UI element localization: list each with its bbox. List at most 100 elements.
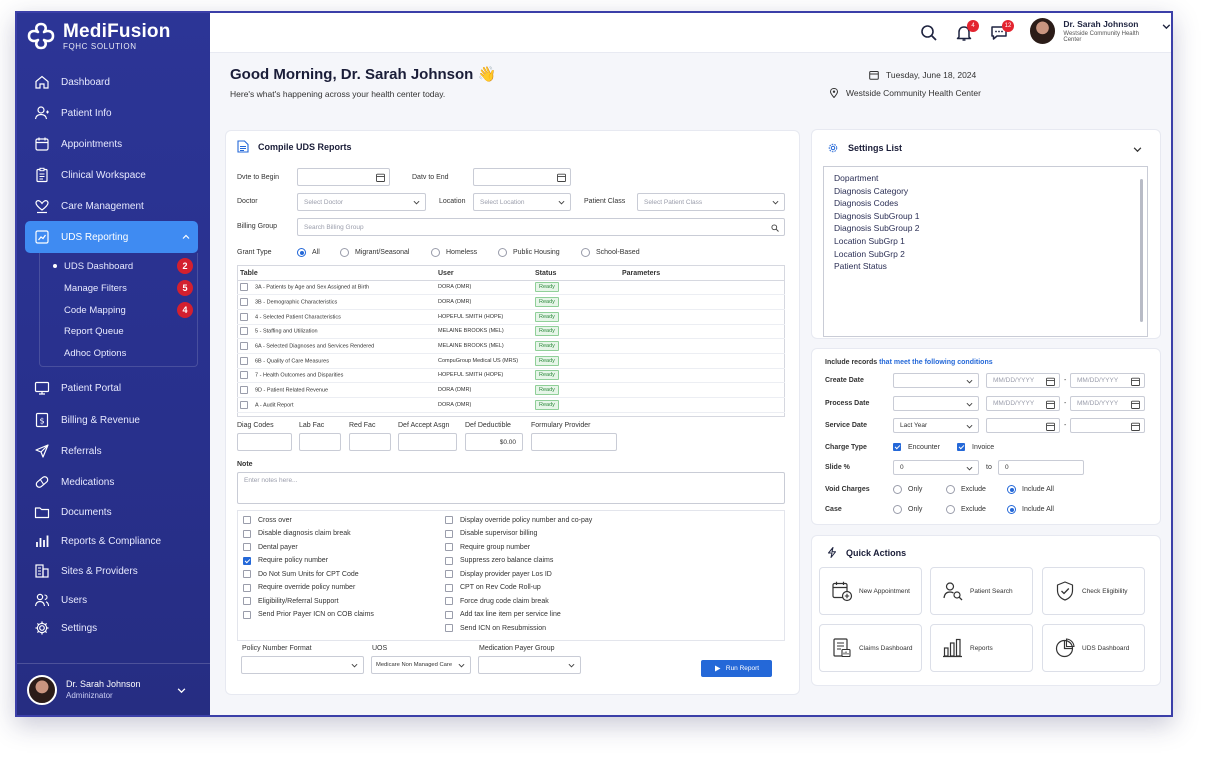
chevron-down-icon[interactable]	[177, 686, 186, 695]
sidebar-item-medications[interactable]: Medications	[25, 468, 198, 496]
sidebar-item-care-management[interactable]: Care Management	[25, 192, 198, 220]
option-checkbox[interactable]: Force drug code claim break	[445, 597, 549, 605]
sidebar-item-patient-portal[interactable]: Patient Portal	[25, 374, 198, 402]
sidebar-item-sites-providers[interactable]: Sites & Providers	[25, 557, 198, 585]
sidebar-item-documents[interactable]: Documents	[25, 498, 198, 526]
date-end-input[interactable]	[473, 168, 571, 186]
date-begin-input[interactable]	[297, 168, 390, 186]
option-checkbox[interactable]: Dental payer	[243, 543, 298, 551]
option-checkbox[interactable]: Display override policy number and co-pa…	[445, 516, 592, 524]
search-icon[interactable]	[920, 24, 938, 42]
option-checkbox[interactable]: Send Prior Payer ICN on COB claims	[243, 610, 374, 619]
quick-action-reports[interactable]: Reports	[930, 624, 1033, 672]
billing-group-search[interactable]: Search Billing Group	[297, 218, 785, 236]
submenu-uds-dashboard[interactable]: UDS Dashboard	[53, 256, 133, 276]
table-row[interactable]: 3A - Patients by Age and Sex Assigned at…	[237, 280, 785, 296]
void-include-all-radio[interactable]: Include All	[1007, 485, 1054, 494]
table-row[interactable]: 9D - Patient Related Revenue DORA (DMR) Re…	[237, 382, 785, 398]
doctor-select[interactable]: Select Doctor	[297, 193, 426, 211]
settings-list-item[interactable]: Diagnosis Codes	[829, 198, 1147, 211]
table-row[interactable]: 3B - Demographic Characteristics DORA (DM…	[237, 294, 785, 310]
row-checkbox[interactable]	[240, 400, 255, 409]
location-select[interactable]: Select Location	[473, 193, 571, 211]
settings-list-item[interactable]: Diagnosis SubGroup 1	[829, 211, 1147, 224]
void-only-radio[interactable]: Only	[893, 485, 922, 494]
service-date-mode-select[interactable]: Lact Year	[893, 418, 979, 433]
grant-type-all[interactable]: All	[297, 248, 320, 257]
row-checkbox[interactable]	[240, 342, 255, 351]
case-include-all-radio[interactable]: Include All	[1007, 505, 1054, 514]
create-date-from[interactable]: MM/DD/YYYY	[986, 373, 1060, 388]
sidebar-item-users[interactable]: Users	[25, 586, 198, 614]
table-row[interactable]: 6B - Quality of Care Measures CompuGroup …	[237, 353, 785, 369]
option-checkbox[interactable]: Require override policy number	[243, 583, 355, 592]
table-row[interactable]: 5 - Staffing and Utilization MELAINE BROO…	[237, 324, 785, 340]
slide-to-input[interactable]: 0	[998, 460, 1084, 475]
service-date-to[interactable]	[1070, 418, 1145, 433]
process-date-to[interactable]: MM/DD/YYYY	[1070, 396, 1145, 411]
option-checkbox[interactable]: Cross over	[243, 516, 292, 524]
settings-list-item[interactable]: Dopartment	[829, 173, 1147, 186]
quick-action-uds-dashboard[interactable]: UDS Dashboard	[1042, 624, 1145, 672]
settings-listbox[interactable]: Dopartment Diagnosis Category Diagnosis Co…	[823, 166, 1148, 337]
charge-type-invoice[interactable]: Invoice	[957, 443, 994, 451]
field-input[interactable]: $0.00	[465, 433, 523, 451]
row-checkbox[interactable]	[240, 386, 255, 395]
patient-class-select[interactable]: Select Patient Class	[637, 193, 785, 211]
sidebar-item-patient-info[interactable]: Patient Info	[25, 99, 198, 127]
uos-select[interactable]: Medicare Non Managed Care	[371, 656, 471, 674]
slide-from-select[interactable]: 0	[893, 460, 979, 475]
quick-action-claims-dashboard[interactable]: Claims Dashboard	[819, 624, 922, 672]
row-checkbox[interactable]	[240, 298, 255, 307]
submenu-report-queue[interactable]: Report Queue	[64, 321, 124, 341]
grant-type-homeless[interactable]: Homeless	[431, 248, 477, 257]
settings-list-item[interactable]: Location SubGrp 1	[829, 236, 1147, 249]
option-checkbox[interactable]: Do Not Sum Units for CPT Code	[243, 570, 359, 578]
row-checkbox[interactable]	[240, 312, 255, 321]
field-input[interactable]	[531, 433, 617, 451]
row-checkbox[interactable]	[240, 327, 255, 336]
sidebar-item-dashboard[interactable]: Dashboard	[25, 68, 198, 96]
grant-type-school-based[interactable]: School-Based	[581, 248, 640, 257]
sidebar-item-appointments[interactable]: Appointments	[25, 130, 198, 158]
sidebar-item-settings[interactable]: Settings	[25, 614, 198, 642]
table-row[interactable]: 4 - Selected Patient Characteristics HOPE…	[237, 309, 785, 325]
option-checkbox[interactable]: Display provider payer Los ID	[445, 570, 552, 578]
messages-button[interactable]: 12	[990, 20, 1014, 42]
create-date-to[interactable]: MM/DD/YYYY	[1070, 373, 1145, 388]
option-checkbox[interactable]: CPT on Rev Code Roll-up	[445, 583, 541, 592]
settings-list-item[interactable]: Diagnosis SubGroup 2	[829, 223, 1147, 236]
sidebar-item-referrals[interactable]: Referrals	[25, 437, 198, 465]
grant-type-migrant[interactable]: Migrant/Seasonal	[340, 248, 409, 257]
submenu-manage-filters[interactable]: Manage Filters	[64, 278, 127, 298]
notifications-button[interactable]: 4	[955, 20, 979, 42]
note-textarea[interactable]: Enter notes here...	[237, 472, 785, 504]
table-row[interactable]: 7 - Health Outcomes and Disparities HOPEF…	[237, 368, 785, 384]
med-payer-select[interactable]	[478, 656, 581, 674]
service-date-from[interactable]	[986, 418, 1060, 433]
policy-format-select[interactable]	[241, 656, 364, 674]
quick-action-patient-search[interactable]: Patient Search	[930, 567, 1033, 615]
field-input[interactable]	[237, 433, 292, 451]
quick-action-new-appointment[interactable]: New Appointment	[819, 567, 922, 615]
option-checkbox[interactable]: Require group number	[445, 543, 530, 551]
run-report-button[interactable]: Run Report	[701, 660, 772, 677]
sidebar-item-billing-revenue[interactable]: $ Billing & Revenue	[25, 406, 198, 434]
row-checkbox[interactable]	[240, 283, 255, 292]
scrollbar[interactable]	[1140, 179, 1143, 322]
void-exclude-radio[interactable]: Exclude	[946, 485, 986, 494]
option-checkbox[interactable]: Require policy number	[243, 556, 328, 565]
chevron-down-icon[interactable]	[1133, 145, 1142, 154]
option-checkbox[interactable]: Disable supervisor billing	[445, 529, 537, 538]
quick-action-check-eligibility[interactable]: Check Eligibility	[1042, 567, 1145, 615]
create-date-mode-select[interactable]	[893, 373, 979, 388]
settings-list-item[interactable]: Patient Status	[829, 261, 1147, 274]
row-checkbox[interactable]	[240, 356, 255, 365]
option-checkbox[interactable]: Suppress zero balance claims	[445, 556, 553, 565]
option-checkbox[interactable]: Disable diagnosis claim break	[243, 529, 351, 538]
process-date-from[interactable]: MM/DD/YYYY	[986, 396, 1060, 411]
field-input[interactable]	[299, 433, 341, 451]
submenu-adhoc-options[interactable]: Adhoc Options	[64, 343, 126, 363]
top-user-menu[interactable]: Dr. Sarah Johnson Westside Community Hea…	[1030, 18, 1171, 44]
table-row[interactable]: A - Audit Report DORA (DMR) Ready	[237, 397, 785, 413]
